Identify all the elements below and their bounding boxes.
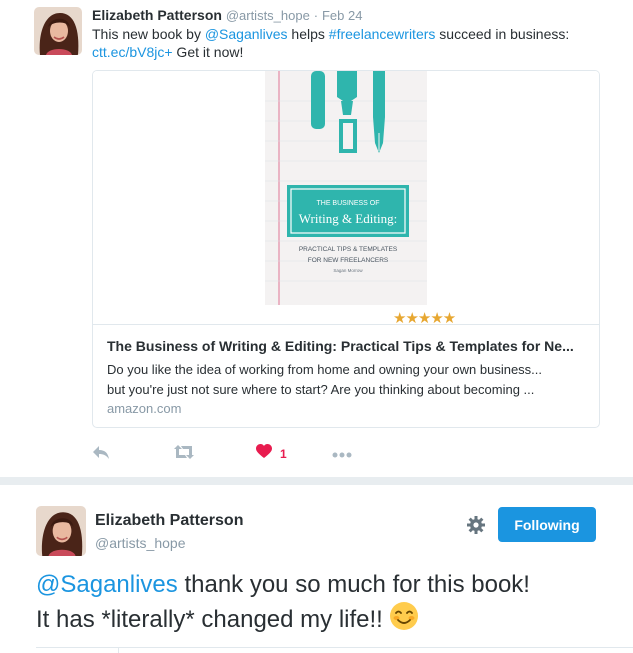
retweet-icon	[174, 444, 194, 465]
tweet-text: This new book by @Saganlives helps #free…	[92, 25, 592, 61]
more-dots-icon	[332, 445, 352, 463]
card-title[interactable]: The Business of Writing & Editing: Pract…	[107, 338, 589, 354]
book-title-line2: Writing & Editing:	[299, 211, 397, 226]
tweet-text-segment: succeed in business:	[435, 26, 570, 42]
book-cover-image: THE BUSINESS OF Writing & Editing: PRACT…	[265, 71, 427, 305]
gear-icon[interactable]	[466, 515, 486, 535]
reply-icon	[92, 444, 110, 465]
heart-icon	[256, 444, 272, 464]
author-handle[interactable]: @artists_hope	[95, 535, 185, 551]
smiling-face-emoji	[389, 601, 419, 640]
tweet-header: Elizabeth Patterson @artists_hope · Feb …	[92, 6, 362, 25]
book-author: Sagan Morrow	[333, 268, 363, 273]
permalink-tweet: Elizabeth Patterson @artists_hope Follow…	[0, 485, 633, 653]
tweet-timestamp[interactable]: Feb 24	[322, 8, 362, 23]
following-button[interactable]: Following	[498, 507, 596, 542]
author-name[interactable]: Elizabeth Patterson	[95, 512, 243, 530]
link-preview-card[interactable]: THE BUSINESS OF Writing & Editing: PRACT…	[92, 70, 600, 428]
like-button[interactable]: 1	[256, 444, 287, 464]
url-link[interactable]: ctt.ec/bV8jc+	[92, 44, 173, 60]
card-domain: amazon.com	[107, 401, 182, 416]
author-name[interactable]: Elizabeth Patterson	[92, 7, 222, 23]
card-description: Do you like the idea of working from hom…	[107, 360, 589, 400]
tweet-text-segment: This new book by	[92, 26, 205, 42]
tweet-text-segment: Get it now!	[172, 44, 244, 60]
author-handle[interactable]: @artists_hope	[226, 8, 310, 23]
reply-button[interactable]	[92, 444, 110, 464]
card-description-line: Do you like the idea of working from hom…	[107, 362, 543, 377]
stream-divider	[0, 477, 633, 485]
like-count: 1	[280, 447, 287, 461]
tweet-text: @Saganlives thank you so much for this b…	[36, 569, 616, 640]
book-subtitle-line1: PRACTICAL TIPS & TEMPLATES	[299, 246, 398, 253]
mention-link[interactable]: @Saganlives	[36, 571, 178, 598]
retweet-button[interactable]	[174, 444, 194, 464]
tweet-text-segment: It has *literally* changed my life!!	[36, 605, 383, 633]
avatar[interactable]	[36, 506, 86, 556]
rating-stars: ★★★★★	[393, 310, 456, 327]
tweet-text-segment: helps	[287, 26, 329, 42]
hashtag-link[interactable]: #freelancewriters	[329, 26, 436, 42]
tweet-actions: 1	[92, 444, 392, 464]
card-description-line: but you're just not sure where to start?…	[107, 382, 535, 397]
book-title-line1: THE BUSINESS OF	[316, 200, 379, 207]
book-subtitle-line2: FOR NEW FREELANCERS	[308, 257, 389, 264]
mention-link[interactable]: @Saganlives	[205, 26, 288, 42]
tweet-text-segment: thank you so much for this book!	[177, 571, 530, 598]
avatar[interactable]	[34, 7, 82, 55]
more-button[interactable]	[332, 444, 352, 464]
separator-dot: ·	[313, 8, 319, 23]
tweet-bottom-border	[36, 647, 633, 648]
stats-separator	[118, 647, 119, 653]
tweet-card[interactable]: Elizabeth Patterson @artists_hope · Feb …	[0, 0, 633, 477]
card-image[interactable]: THE BUSINESS OF Writing & Editing: PRACT…	[93, 71, 599, 327]
